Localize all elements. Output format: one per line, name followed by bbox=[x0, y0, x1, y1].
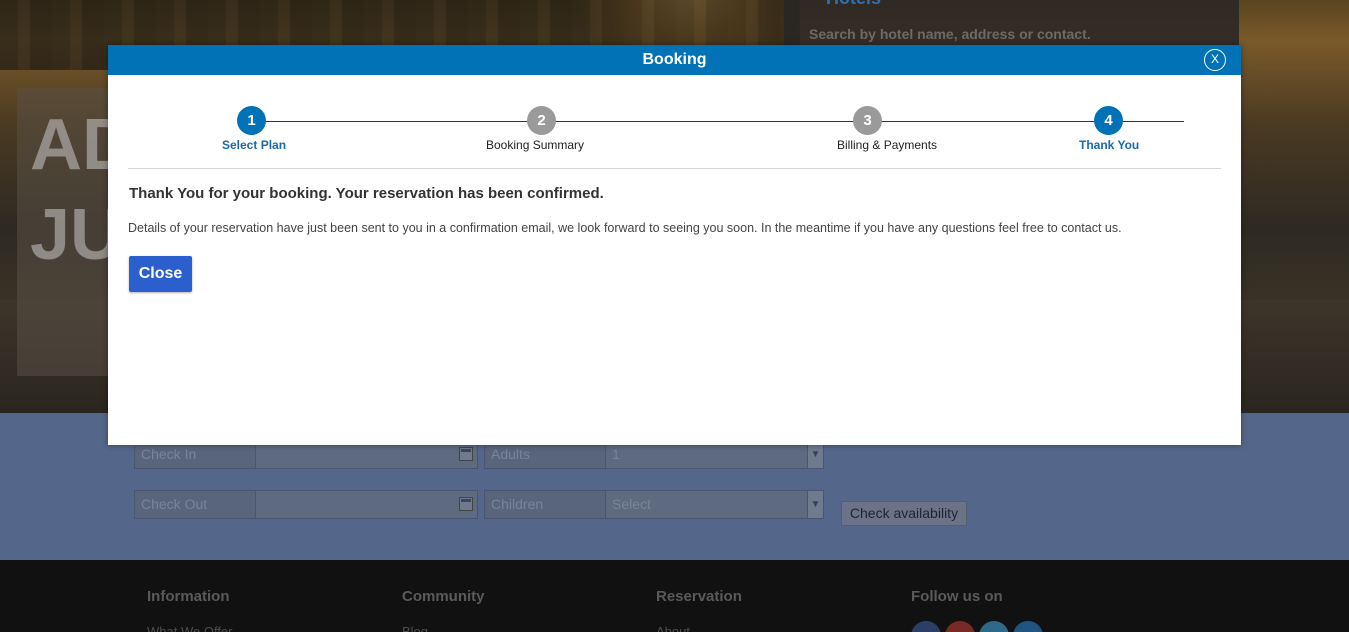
step-4-circle[interactable]: 4 bbox=[1094, 106, 1123, 135]
step-1-circle[interactable]: 1 bbox=[237, 106, 266, 135]
step-4-label[interactable]: Thank You bbox=[1079, 138, 1139, 152]
modal-title: Booking bbox=[642, 51, 707, 68]
step-2-circle[interactable]: 2 bbox=[527, 106, 556, 135]
booking-stepper: 1 Select Plan 2 Booking Summary 3 Billin… bbox=[108, 75, 1241, 170]
confirmation-message: Details of your reservation have just be… bbox=[128, 221, 1122, 235]
confirmation-title: Thank You for your booking. Your reserva… bbox=[129, 185, 604, 202]
step-3-label[interactable]: Billing & Payments bbox=[837, 138, 937, 152]
step-2-label[interactable]: Booking Summary bbox=[486, 138, 584, 152]
booking-modal: Booking X 1 Select Plan 2 Booking Summar… bbox=[108, 45, 1241, 445]
step-1-label[interactable]: Select Plan bbox=[222, 138, 286, 152]
step-3-circle[interactable]: 3 bbox=[853, 106, 882, 135]
close-button[interactable]: Close bbox=[129, 256, 192, 292]
modal-header: Booking X bbox=[108, 45, 1241, 75]
stepper-line bbox=[251, 121, 1184, 122]
close-icon[interactable]: X bbox=[1204, 49, 1226, 71]
divider bbox=[128, 168, 1221, 169]
